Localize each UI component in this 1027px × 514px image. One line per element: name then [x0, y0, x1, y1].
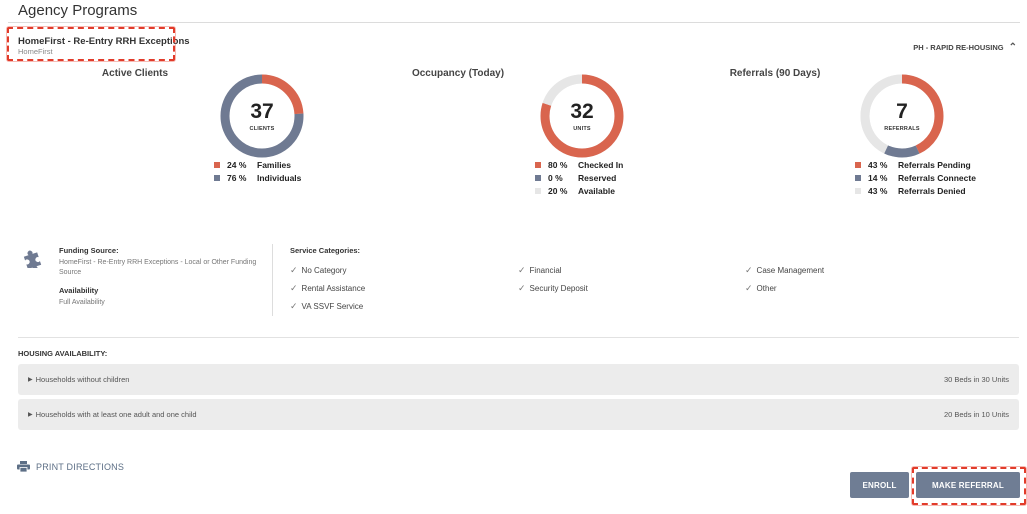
housing-row-label: Households without children: [35, 375, 130, 384]
legend-pct: 0 %: [548, 172, 563, 183]
legend-referrals: 43 % Referrals Pending 14 % Referrals Co…: [855, 158, 976, 197]
housing-row-value: 20 Beds in 10 Units: [943, 410, 1009, 419]
service-label: No Category: [301, 266, 347, 275]
metric-title-referrals: Referrals (90 Days): [729, 68, 821, 79]
service-label: Security Deposit: [529, 284, 588, 293]
enroll-button[interactable]: ENROLL: [850, 472, 909, 498]
donut-unit: UNITS: [573, 125, 591, 132]
availability-label: Availability: [59, 286, 99, 295]
legend-pct: 20 %: [548, 185, 568, 196]
legend-swatch: [214, 161, 220, 168]
puzzle-icon: [22, 248, 44, 273]
check-icon: ✓: [745, 283, 753, 293]
service-label: Financial: [529, 266, 562, 275]
legend-swatch: [855, 187, 861, 194]
service-label: VA SSVF Service: [301, 302, 364, 311]
legend-pct: 43 %: [868, 159, 888, 170]
legend-label: Individuals: [257, 172, 302, 183]
page-title: Agency Programs: [18, 2, 138, 19]
legend-swatch: [535, 161, 541, 168]
availability-value: Full Availability: [59, 299, 105, 306]
legend-occupancy: 80 % Checked In 0 % Reserved 20 % Availa…: [535, 158, 623, 197]
service-item: ✓ Security Deposit: [518, 283, 588, 294]
legend-pct: 43 %: [868, 185, 888, 196]
divider: [18, 337, 1019, 338]
check-icon: ✓: [518, 265, 526, 275]
housing-row[interactable]: ▶ Households without children 30 Beds in…: [18, 364, 1019, 395]
legend-label: Referrals Pending: [898, 159, 971, 170]
service-label: Rental Assistance: [301, 284, 366, 293]
donut-occupancy: 32 UNITS: [538, 72, 626, 160]
housing-row-value: 30 Beds in 30 Units: [943, 375, 1009, 384]
legend-label: Checked In: [578, 159, 624, 170]
legend-label: Reserved: [578, 172, 617, 183]
print-directions-label: PRINT DIRECTIONS: [36, 461, 125, 472]
legend-item: 0 % Reserved: [535, 171, 623, 184]
service-item: ✓ No Category: [290, 265, 346, 276]
funding-source-value: HomeFirst - Re-Entry RRH Exceptions - Lo…: [59, 259, 257, 276]
legend-item: 20 % Available: [535, 184, 623, 197]
donut-value: 37: [250, 99, 274, 123]
service-categories-label: Service Categories:: [290, 246, 361, 255]
check-icon: ✓: [290, 265, 298, 275]
service-item: ✓ Rental Assistance: [290, 283, 365, 294]
check-icon: ✓: [290, 301, 298, 311]
legend-swatch: [855, 174, 861, 181]
legend-item: 43 % Referrals Pending: [855, 158, 976, 171]
program-type-toggle[interactable]: PH - RAPID RE-HOUSING ⌃: [913, 42, 1017, 53]
legend-pct: 14 %: [868, 172, 888, 183]
check-icon: ✓: [745, 265, 753, 275]
legend-pct: 80 %: [548, 159, 568, 170]
service-item: ✓ Financial: [518, 265, 562, 276]
service-item: ✓ Case Management: [745, 265, 824, 276]
legend-label: Referrals Denied: [898, 185, 966, 196]
metric-title-active-clients: Active Clients: [101, 68, 169, 79]
service-label: Case Management: [756, 266, 825, 275]
legend-item: 24 % Families: [214, 158, 301, 171]
legend-item: 14 % Referrals Connecte: [855, 171, 976, 184]
legend-label: Referrals Connecte: [898, 172, 976, 183]
caret-right-icon: ▶: [28, 377, 33, 383]
legend-label: Families: [257, 159, 292, 170]
housing-row[interactable]: ▶ Households with at least one adult and…: [18, 399, 1019, 430]
check-icon: ✓: [290, 283, 298, 293]
service-item: ✓ Other: [745, 283, 777, 294]
printer-icon: [17, 461, 30, 472]
funding-source-label: Funding Source:: [59, 246, 119, 255]
donut-active-clients: 37 CLIENTS: [218, 72, 306, 160]
legend-active-clients: 24 % Families 76 % Individuals: [214, 158, 301, 184]
legend-pct: 76 %: [227, 172, 247, 183]
metric-title-occupancy: Occupancy (Today): [411, 68, 505, 79]
housing-availability-title: HOUSING AVAILABILITY:: [18, 349, 108, 358]
legend-swatch: [214, 174, 220, 181]
donut-value: 7: [896, 99, 908, 123]
legend-item: 43 % Referrals Denied: [855, 184, 976, 197]
chevron-up-icon: ⌃: [1008, 42, 1017, 53]
donut-referrals: 7 REFERRALS: [858, 72, 946, 160]
service-label: Other: [756, 284, 777, 293]
highlight-program-name: [7, 27, 175, 61]
check-icon: ✓: [518, 283, 526, 293]
donut-unit: CLIENTS: [249, 125, 275, 132]
divider: [272, 244, 273, 316]
donut-value: 32: [570, 99, 594, 123]
legend-pct: 24 %: [227, 159, 247, 170]
legend-item: 76 % Individuals: [214, 171, 301, 184]
legend-swatch: [855, 161, 861, 168]
donut-unit: REFERRALS: [884, 125, 920, 132]
program-type-label: PH - RAPID RE-HOUSING: [913, 43, 1004, 52]
legend-label: Available: [578, 185, 616, 196]
legend-item: 80 % Checked In: [535, 158, 623, 171]
legend-swatch: [535, 174, 541, 181]
caret-right-icon: ▶: [28, 412, 33, 418]
print-directions-link[interactable]: PRINT DIRECTIONS: [17, 461, 124, 472]
legend-swatch: [535, 187, 541, 194]
funding-block: Funding Source: HomeFirst - Re-Entry RRH…: [59, 246, 269, 308]
service-item: ✓ VA SSVF Service: [290, 301, 363, 312]
highlight-make-referral: [912, 467, 1026, 505]
housing-row-label: Households with at least one adult and o…: [35, 410, 197, 419]
